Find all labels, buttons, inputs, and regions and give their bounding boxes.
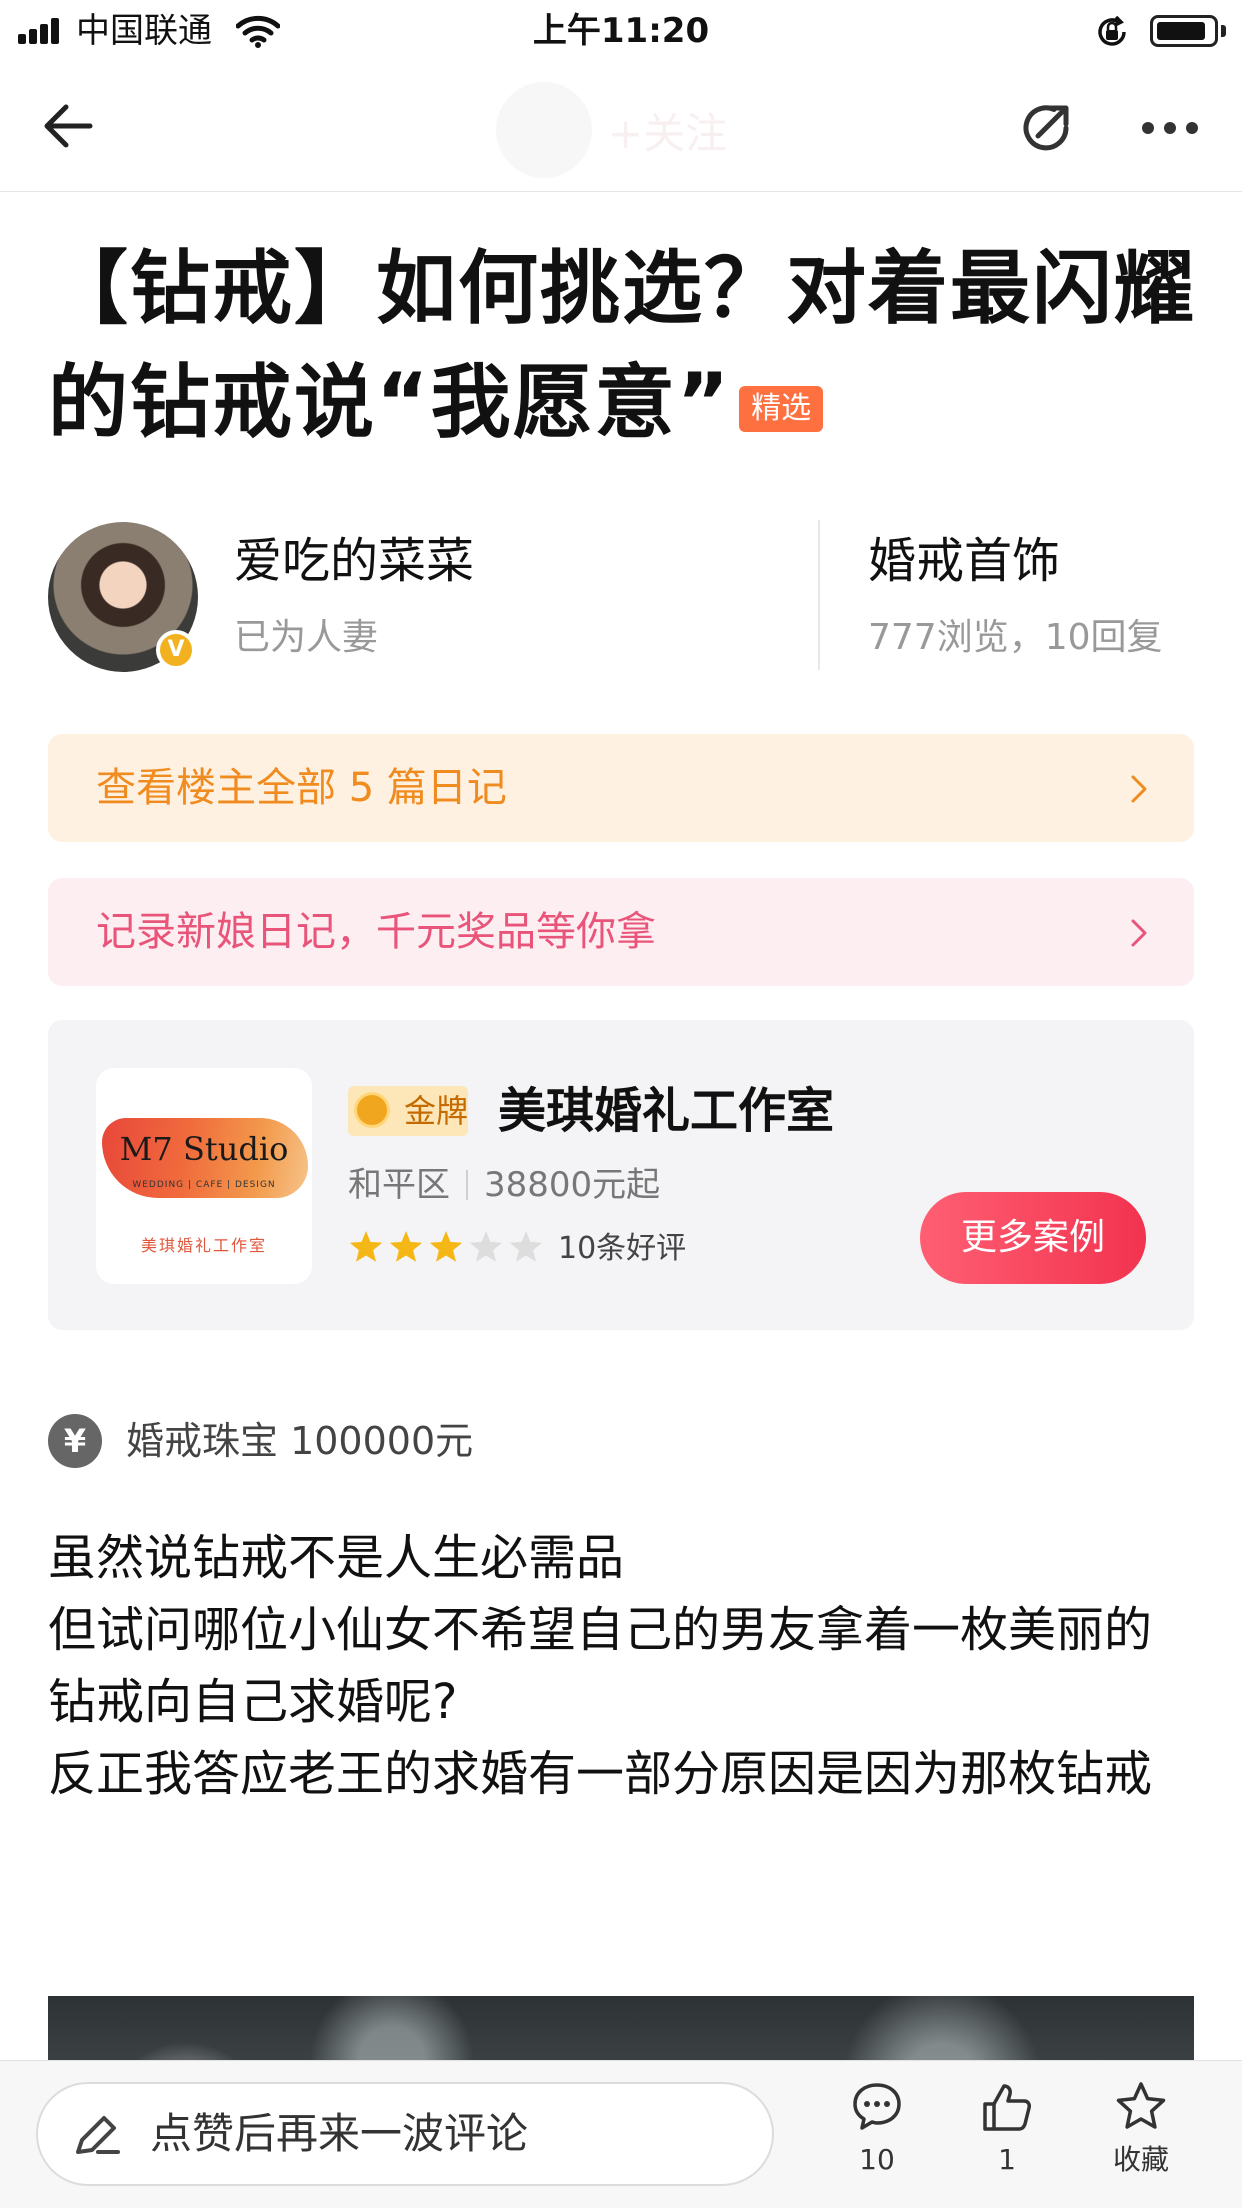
comments-count: 10: [859, 2143, 895, 2176]
author-name[interactable]: 爱吃的菜菜: [234, 528, 474, 594]
promo-label: 记录新娘日记，千元奖品等你拿: [96, 909, 656, 955]
medal-icon: [354, 1092, 390, 1128]
studio-logo[interactable]: M7 Studio WEDDING | CAFE | DESIGN 美琪婚礼工作…: [96, 1068, 312, 1284]
category-name[interactable]: 婚戒首饰: [868, 528, 1060, 594]
star-filled-icon: [389, 1231, 423, 1262]
comments-button[interactable]: 10: [822, 2080, 932, 2180]
pen-icon: [76, 2116, 120, 2154]
body-paragraph: 反正我答应老王的求婚有一部分原因是因为那枚钻戒: [48, 1746, 1153, 1802]
rating-stars: [349, 1231, 543, 1262]
battery-icon: [1150, 15, 1218, 47]
post-body: 虽然说钻戒不是人生必需品 但试问哪位小仙女不希望自己的男友拿着一枚美丽的钻戒向自…: [48, 1522, 1198, 1810]
post-title: 【钻戒】如何挑选？对着最闪耀的钻戒说“我愿意” 精选: [48, 232, 1198, 460]
chevron-right-icon: [1131, 775, 1147, 803]
status-bar: 中国联通 上午11:20: [0, 0, 1242, 62]
studio-meta: 和平区 38800元起: [348, 1160, 660, 1210]
budget-label: 婚戒珠宝 100000元: [126, 1419, 474, 1463]
status-time: 上午11:20: [532, 11, 710, 51]
star-filled-icon: [349, 1231, 383, 1262]
comment-placeholder: 点赞后再来一波评论: [150, 2109, 529, 2158]
thumb-up-icon: [983, 2084, 1031, 2131]
verified-badge-icon: V: [156, 630, 196, 670]
author-status: 已为人妻: [234, 617, 379, 658]
all-diaries-label: 查看楼主全部 5 篇日记: [96, 765, 507, 811]
studio-price: 38800元起: [484, 1165, 661, 1205]
body-paragraph: 虽然说钻戒不是人生必需品: [48, 1530, 625, 1586]
bride-diary-promo-banner[interactable]: 记录新娘日记，千元奖品等你拿: [48, 878, 1194, 986]
all-diaries-banner[interactable]: 查看楼主全部 5 篇日记: [48, 734, 1194, 842]
gold-medal-badge: 金牌: [348, 1086, 468, 1136]
star-outline-icon: [1116, 2082, 1166, 2129]
more-cases-button[interactable]: 更多案例: [920, 1192, 1146, 1284]
follow-button[interactable]: +关注: [608, 100, 727, 161]
like-button[interactable]: 1: [952, 2080, 1062, 2180]
arrow-left-icon[interactable]: [40, 98, 96, 154]
battery-cap: [1221, 25, 1226, 37]
header-avatar[interactable]: [496, 82, 592, 178]
rotation-lock-icon: [1098, 15, 1126, 46]
post-title-text: 【钻戒】如何挑选？对着最闪耀的钻戒说“我愿意”: [48, 242, 1196, 449]
review-count[interactable]: 10条好评: [558, 1226, 686, 1272]
yen-icon: ¥: [48, 1414, 102, 1468]
chevron-right-icon: [1131, 919, 1147, 947]
favorite-label: 收藏: [1112, 2143, 1169, 2176]
comment-bubble-icon: [853, 2083, 901, 2130]
logo-subtitle: WEDDING | CAFE | DESIGN: [132, 1180, 276, 1190]
share-icon[interactable]: [1018, 98, 1078, 158]
meta-separator: [466, 1170, 468, 1200]
likes-count: 1: [998, 2143, 1016, 2176]
favorite-button[interactable]: 收藏: [1086, 2080, 1196, 2180]
featured-badge: 精选: [739, 386, 824, 432]
nav-bar: +关注: [0, 62, 1242, 192]
body-paragraph: 但试问哪位小仙女不希望自己的男友拿着一枚美丽的钻戒向自己求婚呢?: [48, 1602, 1153, 1730]
star-empty-icon: [469, 1231, 503, 1262]
medal-label: 金牌: [404, 1092, 469, 1130]
logo-chinese-name: 美琪婚礼工作室: [140, 1236, 267, 1255]
logo-text: M7 Studio: [119, 1130, 289, 1168]
studio-district: 和平区: [348, 1165, 450, 1205]
divider: [818, 520, 820, 670]
more-dots-icon[interactable]: [1140, 98, 1200, 158]
category-stats: 777浏览，10回复: [868, 617, 1163, 658]
star-empty-icon: [509, 1231, 543, 1262]
studio-name[interactable]: 美琪婚礼工作室: [498, 1078, 834, 1144]
comment-input[interactable]: 点赞后再来一波评论: [36, 2082, 774, 2186]
star-filled-icon: [429, 1231, 463, 1262]
